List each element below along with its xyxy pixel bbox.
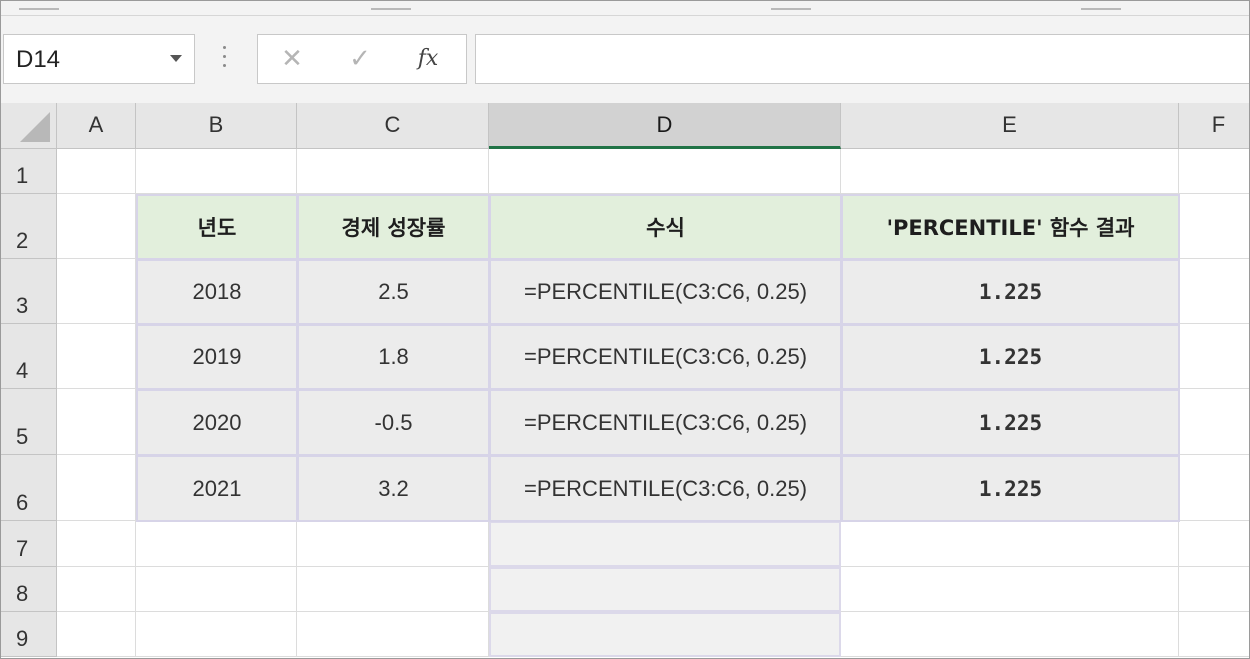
column-header-b[interactable]: B xyxy=(136,103,297,149)
result-cell[interactable]: 1.225 xyxy=(841,455,1180,522)
formula-input[interactable] xyxy=(475,34,1249,84)
name-box[interactable]: D14 xyxy=(3,34,195,84)
row-header-3[interactable]: 3 xyxy=(1,259,57,324)
spreadsheet-window: D14 ✕ ✓ fx A B C D E F 1 2 3 4 5 6 7 8 9 년도 경제 성장률 수식 'PER… xyxy=(0,0,1250,659)
row-header-1[interactable]: 1 xyxy=(1,149,57,194)
x-icon[interactable]: ✕ xyxy=(274,43,310,75)
cell-c8[interactable] xyxy=(297,567,489,612)
table-cell[interactable]: 3.2 xyxy=(297,455,490,522)
formula-bar-area: D14 ✕ ✓ fx xyxy=(1,16,1249,103)
formula-cell[interactable]: =PERCENTILE(C3:C6, 0.25) xyxy=(489,259,842,325)
column-header-c[interactable]: C xyxy=(297,103,489,149)
cell-e8[interactable] xyxy=(841,567,1179,612)
table-cell[interactable]: 2019 xyxy=(136,324,298,390)
check-icon[interactable]: ✓ xyxy=(342,43,378,75)
table-header-cell[interactable]: 수식 xyxy=(489,194,842,260)
row-number: 6 xyxy=(16,490,29,515)
table-cell[interactable]: 2.5 xyxy=(297,259,490,325)
row-header-8[interactable]: 8 xyxy=(1,567,57,612)
cell-f2[interactable] xyxy=(1179,194,1249,259)
cell-a5[interactable] xyxy=(57,389,136,455)
table-cell[interactable]: 2020 xyxy=(136,389,298,456)
cell-a9[interactable] xyxy=(57,612,136,657)
row-header-6[interactable]: 6 xyxy=(1,455,57,521)
cell-b1[interactable] xyxy=(136,149,297,194)
name-box-value: D14 xyxy=(16,46,61,73)
ribbon-remnant xyxy=(1,1,1249,16)
cell-a4[interactable] xyxy=(57,324,136,389)
column-header-f[interactable]: F xyxy=(1179,103,1249,149)
column-header-d[interactable]: D xyxy=(489,103,841,149)
cell-f5[interactable] xyxy=(1179,389,1249,455)
cell-d8[interactable] xyxy=(489,567,841,612)
cell-f7[interactable] xyxy=(1179,521,1249,567)
formula-buttons: ✕ ✓ fx xyxy=(257,34,467,84)
row-header-2[interactable]: 2 xyxy=(1,194,57,259)
table-cell[interactable]: 1.8 xyxy=(297,324,490,390)
cell-d1[interactable] xyxy=(489,149,841,194)
table-header-cell[interactable]: 'PERCENTILE' 함수 결과 xyxy=(841,194,1180,260)
row-number: 7 xyxy=(16,536,29,561)
drag-handle-icon[interactable] xyxy=(223,46,227,72)
row-number: 9 xyxy=(16,626,29,651)
formula-cell[interactable]: =PERCENTILE(C3:C6, 0.25) xyxy=(489,455,842,522)
row-header-9[interactable]: 9 xyxy=(1,612,57,657)
cell-b9[interactable] xyxy=(136,612,297,657)
row-header-5[interactable]: 5 xyxy=(1,389,57,455)
cell-f9[interactable] xyxy=(1179,612,1249,657)
cell-a2[interactable] xyxy=(57,194,136,259)
table-cell[interactable]: 2021 xyxy=(136,455,298,522)
row-header-7[interactable]: 7 xyxy=(1,521,57,567)
cell-f3[interactable] xyxy=(1179,259,1249,324)
row-number: 1 xyxy=(16,163,29,188)
formula-cell[interactable]: =PERCENTILE(C3:C6, 0.25) xyxy=(489,389,842,456)
row-number: 5 xyxy=(16,424,29,449)
cell-e7[interactable] xyxy=(841,521,1179,567)
cell-c1[interactable] xyxy=(297,149,489,194)
cell-d7[interactable] xyxy=(489,521,841,567)
row-number: 8 xyxy=(16,581,29,606)
cell-a3[interactable] xyxy=(57,259,136,324)
formula-cell[interactable]: =PERCENTILE(C3:C6, 0.25) xyxy=(489,324,842,390)
cell-b7[interactable] xyxy=(136,521,297,567)
cell-a7[interactable] xyxy=(57,521,136,567)
cell-e1[interactable] xyxy=(841,149,1179,194)
fx-icon[interactable]: fx xyxy=(410,43,446,75)
cell-a1[interactable] xyxy=(57,149,136,194)
table-cell[interactable]: 2018 xyxy=(136,259,298,325)
cell-d9[interactable] xyxy=(489,612,841,657)
cell-c9[interactable] xyxy=(297,612,489,657)
row-number: 3 xyxy=(16,293,29,318)
column-header-e[interactable]: E xyxy=(841,103,1179,149)
column-header-a[interactable]: A xyxy=(57,103,136,149)
table-header-cell[interactable]: 년도 xyxy=(136,194,298,260)
select-all-corner[interactable] xyxy=(1,103,57,149)
cell-f6[interactable] xyxy=(1179,455,1249,521)
result-cell[interactable]: 1.225 xyxy=(841,389,1180,456)
cell-f1[interactable] xyxy=(1179,149,1249,194)
cell-f4[interactable] xyxy=(1179,324,1249,389)
result-cell[interactable]: 1.225 xyxy=(841,324,1180,390)
table-header-cell[interactable]: 경제 성장률 xyxy=(297,194,490,260)
chevron-down-icon[interactable] xyxy=(170,55,182,62)
row-number: 4 xyxy=(16,358,29,383)
result-cell[interactable]: 1.225 xyxy=(841,259,1180,325)
cell-a8[interactable] xyxy=(57,567,136,612)
cell-e9[interactable] xyxy=(841,612,1179,657)
cell-a6[interactable] xyxy=(57,455,136,521)
cell-b8[interactable] xyxy=(136,567,297,612)
cell-c7[interactable] xyxy=(297,521,489,567)
row-number: 2 xyxy=(16,228,29,253)
table-cell[interactable]: -0.5 xyxy=(297,389,490,456)
cell-f8[interactable] xyxy=(1179,567,1249,612)
row-header-4[interactable]: 4 xyxy=(1,324,57,389)
